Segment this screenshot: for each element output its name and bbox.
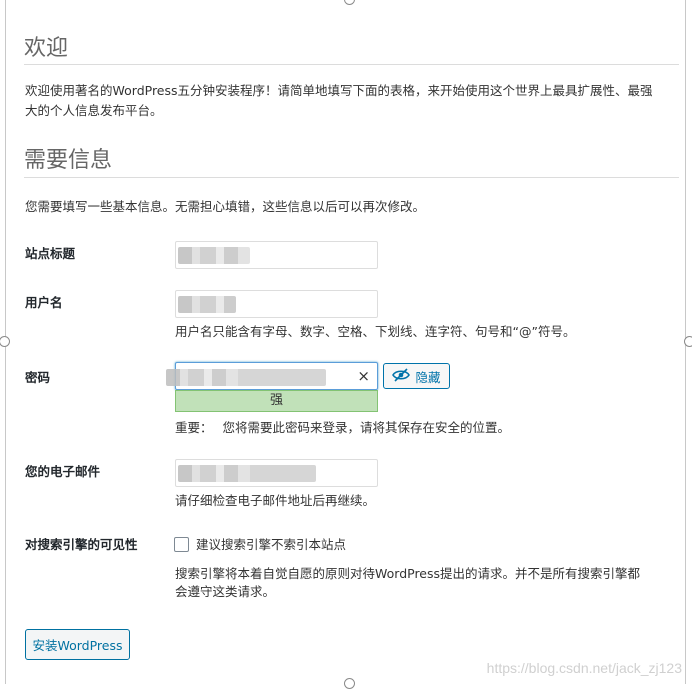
email-hint: 请仔细检查电子邮件地址后再继续。 xyxy=(175,493,376,508)
watermark: https://blog.csdn.net/jack_zj123 xyxy=(486,660,682,676)
site-title-label: 站点标题 xyxy=(25,246,76,261)
info-description: 您需要填写一些基本信息。无需担心填错，这些信息以后可以再次修改。 xyxy=(25,199,426,214)
important-prefix: 重要： xyxy=(175,420,213,435)
search-note-line1: 搜索引擎将本着自觉自愿的原则对待WordPress提出的请求。并不是所有搜索引擎… xyxy=(175,566,641,581)
welcome-heading: 欢迎 xyxy=(24,36,69,61)
welcome-intro-line1: 欢迎使用著名的WordPress五分钟安装程序！请简单地填写下面的表格，来开始使… xyxy=(25,83,653,98)
password-label: 密码 xyxy=(25,370,51,385)
close-icon[interactable]: × xyxy=(357,367,370,385)
site-title-input[interactable] xyxy=(175,241,378,269)
search-visibility-label: 对搜索引擎的可见性 xyxy=(25,537,138,552)
redacted-value xyxy=(178,465,316,482)
install-wordpress-button[interactable]: 安装WordPress xyxy=(25,629,130,660)
password-input[interactable]: × xyxy=(166,362,378,390)
redacted-value xyxy=(178,296,236,313)
resize-handle-right[interactable] xyxy=(684,336,692,347)
username-input[interactable] xyxy=(175,290,378,318)
welcome-divider xyxy=(24,64,679,65)
search-note-line2: 会遵守这类请求。 xyxy=(175,584,276,599)
username-label: 用户名 xyxy=(25,295,63,310)
info-heading: 需要信息 xyxy=(24,148,113,173)
email-label: 您的电子邮件 xyxy=(25,464,101,479)
important-text: 您将需要此密码来登录，请将其保存在安全的位置。 xyxy=(222,420,511,435)
hide-password-label: 隐藏 xyxy=(415,369,441,385)
password-strength-meter: 强 xyxy=(175,390,378,412)
welcome-intro-line2: 大的个人信息发布平台。 xyxy=(25,103,163,118)
discourage-search-label[interactable]: 建议搜索引擎不索引本站点 xyxy=(196,535,346,555)
username-hint: 用户名只能含有字母、数字、空格、下划线、连字符、句号和“@”符号。 xyxy=(175,324,576,339)
redacted-value xyxy=(178,247,250,264)
email-input[interactable] xyxy=(175,459,378,487)
password-important-note: 重要： 您将需要此密码来登录，请将其保存在安全的位置。 xyxy=(175,418,510,438)
discourage-search-checkbox[interactable] xyxy=(174,537,189,552)
info-divider xyxy=(24,177,679,178)
eye-slash-icon xyxy=(392,367,411,385)
hide-password-button[interactable]: 隐藏 xyxy=(383,363,450,389)
redacted-value xyxy=(166,369,326,386)
